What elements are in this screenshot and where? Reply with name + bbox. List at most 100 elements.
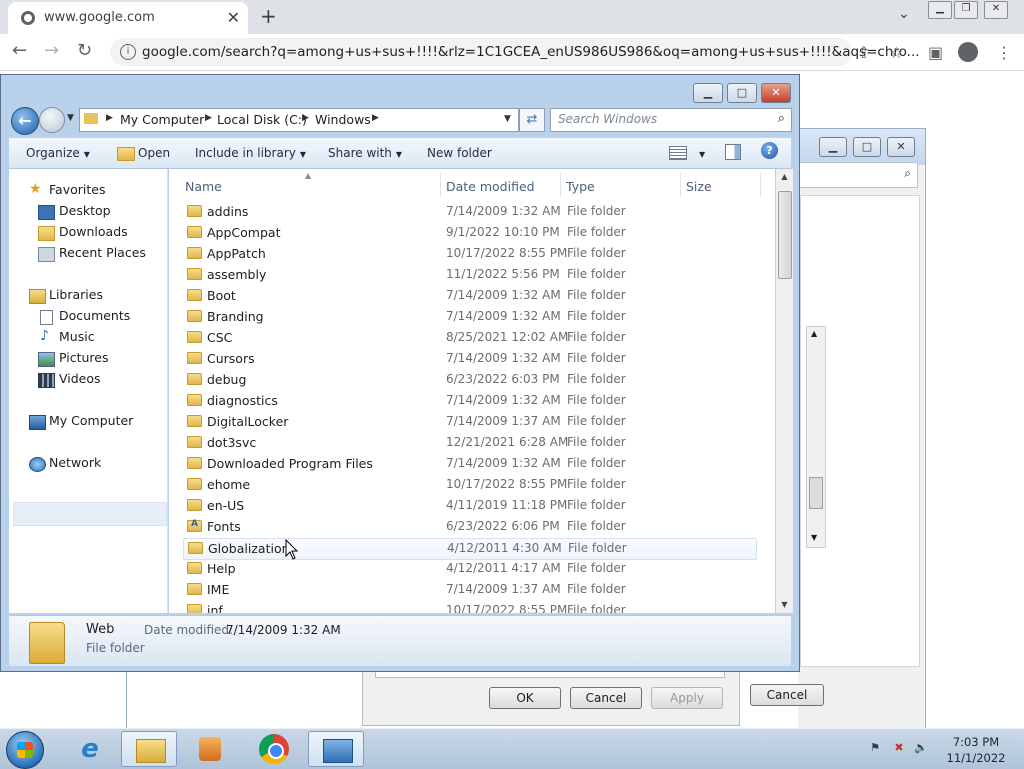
table-row[interactable]: DigitalLocker 7/14/2009 1:37 AM File folde… — [183, 412, 755, 432]
apply-button[interactable]: Apply — [651, 687, 723, 709]
recent-pages-chevron-icon[interactable]: ▼ — [67, 113, 74, 123]
action-center-flag-icon[interactable]: ⚑ — [868, 741, 882, 755]
dialog-close-icon[interactable]: ✕ — [761, 83, 791, 103]
cancel-button[interactable]: Cancel — [570, 687, 642, 709]
open-button[interactable]: Open — [138, 146, 170, 160]
file-list-scrollbar[interactable]: ▲ ▼ — [776, 169, 793, 613]
breadcrumb-my-computer[interactable]: My Computer — [120, 112, 204, 127]
table-row[interactable]: assembly 11/1/2022 5:56 PM File folder — [183, 265, 755, 285]
browser-minimize-icon[interactable]: ▁ — [928, 1, 952, 19]
bookmark-star-icon[interactable]: ☆ — [889, 43, 903, 62]
change-view-icon[interactable] — [669, 146, 687, 160]
site-info-icon[interactable]: i — [120, 44, 136, 60]
column-divider[interactable] — [680, 173, 681, 197]
browser-close-icon[interactable]: ✕ — [984, 1, 1008, 19]
system-clock[interactable]: 7:03 PM 11/1/2022 — [936, 734, 1016, 766]
new-tab-icon[interactable]: + — [260, 4, 277, 28]
include-in-library-button[interactable]: Include in library ▼ — [195, 146, 306, 160]
breadcrumb-arrow-icon[interactable]: ▶ — [205, 113, 212, 123]
profile-avatar-icon[interactable] — [958, 42, 978, 62]
back-arrow-icon[interactable]: ← — [12, 40, 27, 61]
table-row[interactable]: Downloaded Program Files 7/14/2009 1:32 A… — [183, 454, 755, 474]
column-divider[interactable] — [760, 173, 761, 197]
taskbar-media-player[interactable] — [182, 731, 238, 767]
table-row[interactable]: Branding 7/14/2009 1:32 AM File folder — [183, 307, 755, 327]
table-row[interactable]: AppPatch 10/17/2022 8:55 PM File folder — [183, 244, 755, 264]
column-header-type[interactable]: Type — [566, 179, 595, 194]
sidebar-item-network[interactable]: Network — [49, 455, 101, 470]
ok-button[interactable]: OK — [489, 687, 561, 709]
tab-close-icon[interactable]: ✕ — [227, 8, 240, 27]
table-row[interactable]: Cursors 7/14/2009 1:32 AM File folder — [183, 349, 755, 369]
forward-button-icon[interactable] — [39, 107, 65, 133]
breadcrumb-local-disk[interactable]: Local Disk (C:) — [217, 112, 307, 127]
bg-maximize-icon[interactable]: □ — [853, 137, 881, 157]
preview-pane-icon[interactable] — [725, 144, 741, 160]
taskbar-chrome[interactable] — [246, 731, 302, 767]
address-url[interactable]: google.com/search?q=among+us+sus+!!!!&rl… — [142, 44, 920, 60]
column-header-name[interactable]: Name — [185, 179, 222, 194]
volume-speaker-icon[interactable]: 🔈 — [914, 741, 928, 755]
address-bar[interactable]: i google.com/search?q=among+us+sus+!!!!&… — [110, 38, 920, 66]
column-divider[interactable] — [440, 173, 441, 197]
scroll-thumb[interactable] — [809, 477, 823, 509]
scroll-down-icon[interactable]: ▼ — [811, 533, 817, 542]
table-row[interactable]: AppCompat 9/1/2022 10:10 PM File folder — [183, 223, 755, 243]
table-row[interactable]: IME 7/14/2009 1:37 AM File folder — [183, 580, 755, 600]
search-icon[interactable]: ⌕ — [778, 111, 785, 126]
sidebar-item-music[interactable]: Music — [59, 329, 95, 344]
breadcrumb-windows[interactable]: Windows — [315, 112, 371, 127]
table-row[interactable]: Boot 7/14/2009 1:32 AM File folder — [183, 286, 755, 306]
forward-arrow-icon[interactable]: → — [44, 40, 59, 61]
start-button-icon[interactable] — [6, 731, 44, 769]
table-row[interactable]: diagnostics 7/14/2009 1:32 AM File folder — [183, 391, 755, 411]
scroll-up-icon[interactable]: ▲ — [776, 169, 793, 185]
column-header-size[interactable]: Size — [686, 179, 712, 194]
column-divider[interactable] — [560, 173, 561, 197]
column-header-date-modified[interactable]: Date modified — [446, 179, 535, 194]
table-row[interactable]: CSC 8/25/2021 12:02 AM File folder — [183, 328, 755, 348]
table-row[interactable]: ehome 10/17/2022 8:55 PM File folder — [183, 475, 755, 495]
tab-search-chevron-icon[interactable]: ⌄ — [898, 6, 910, 22]
background-scrollbar[interactable]: ▲ ▼ — [806, 326, 826, 548]
share-icon[interactable]: ⇪ — [857, 43, 870, 62]
sidebar-item-desktop[interactable]: Desktop — [59, 203, 111, 218]
menu-kebab-icon[interactable]: ⋮ — [996, 43, 1012, 62]
address-dropdown-icon[interactable]: ▼ — [504, 114, 511, 124]
dialog-maximize-icon[interactable]: □ — [727, 83, 757, 103]
table-row[interactable]: debug 6/23/2022 6:03 PM File folder — [183, 370, 755, 390]
breadcrumb[interactable]: ▶ My Computer ▶ Local Disk (C:) ▶ Window… — [79, 108, 519, 132]
outer-cancel-button[interactable]: Cancel — [750, 684, 824, 706]
background-search-box[interactable]: ⌕ — [790, 162, 918, 188]
bg-minimize-icon[interactable]: ▁ — [819, 137, 847, 157]
taskbar-explorer[interactable] — [121, 731, 177, 767]
table-row[interactable]: Fonts 6/23/2022 6:06 PM File folder — [183, 517, 755, 537]
share-with-button[interactable]: Share with ▼ — [328, 146, 402, 160]
sidebar-item-downloads[interactable]: Downloads — [59, 224, 128, 239]
table-row[interactable]: dot3svc 12/21/2021 6:28 AM File folder — [183, 433, 755, 453]
search-input[interactable]: Search Windows ⌕ — [550, 108, 792, 132]
browser-tab[interactable]: www.google.com ✕ — [8, 2, 248, 34]
breadcrumb-arrow-icon[interactable]: ▶ — [106, 113, 113, 123]
help-icon[interactable]: ? — [761, 142, 778, 159]
table-row[interactable]: Globalization 4/12/2011 4:30 AM File folde… — [183, 538, 757, 560]
side-panel-icon[interactable]: ▣ — [928, 43, 943, 62]
sidebar-item-my-computer[interactable]: My Computer — [49, 413, 133, 428]
table-row[interactable]: inf 10/17/2022 8:55 PM File folder — [183, 601, 755, 613]
sidebar-item-favorites[interactable]: Favorites — [49, 182, 105, 197]
table-row[interactable]: addins 7/14/2009 1:32 AM File folder — [183, 202, 755, 222]
sidebar-item-pictures[interactable]: Pictures — [59, 350, 109, 365]
scroll-down-icon[interactable]: ▼ — [776, 597, 793, 613]
taskbar-internet-explorer[interactable]: e — [62, 731, 118, 767]
bg-close-icon[interactable]: ✕ — [887, 137, 915, 157]
table-row[interactable]: Help 4/12/2011 4:17 AM File folder — [183, 559, 755, 579]
sidebar-item-videos[interactable]: Videos — [59, 371, 101, 386]
scroll-up-icon[interactable]: ▲ — [811, 329, 817, 338]
refresh-icon[interactable]: ⇄ — [519, 108, 545, 132]
taskbar-control-panel[interactable] — [308, 731, 364, 767]
breadcrumb-arrow-icon[interactable]: ▶ — [372, 113, 379, 123]
breadcrumb-arrow-icon[interactable]: ▶ — [302, 113, 309, 123]
sidebar-item-documents[interactable]: Documents — [59, 308, 130, 323]
dialog-minimize-icon[interactable]: ▁ — [693, 83, 723, 103]
organize-button[interactable]: Organize ▼ — [26, 146, 90, 160]
